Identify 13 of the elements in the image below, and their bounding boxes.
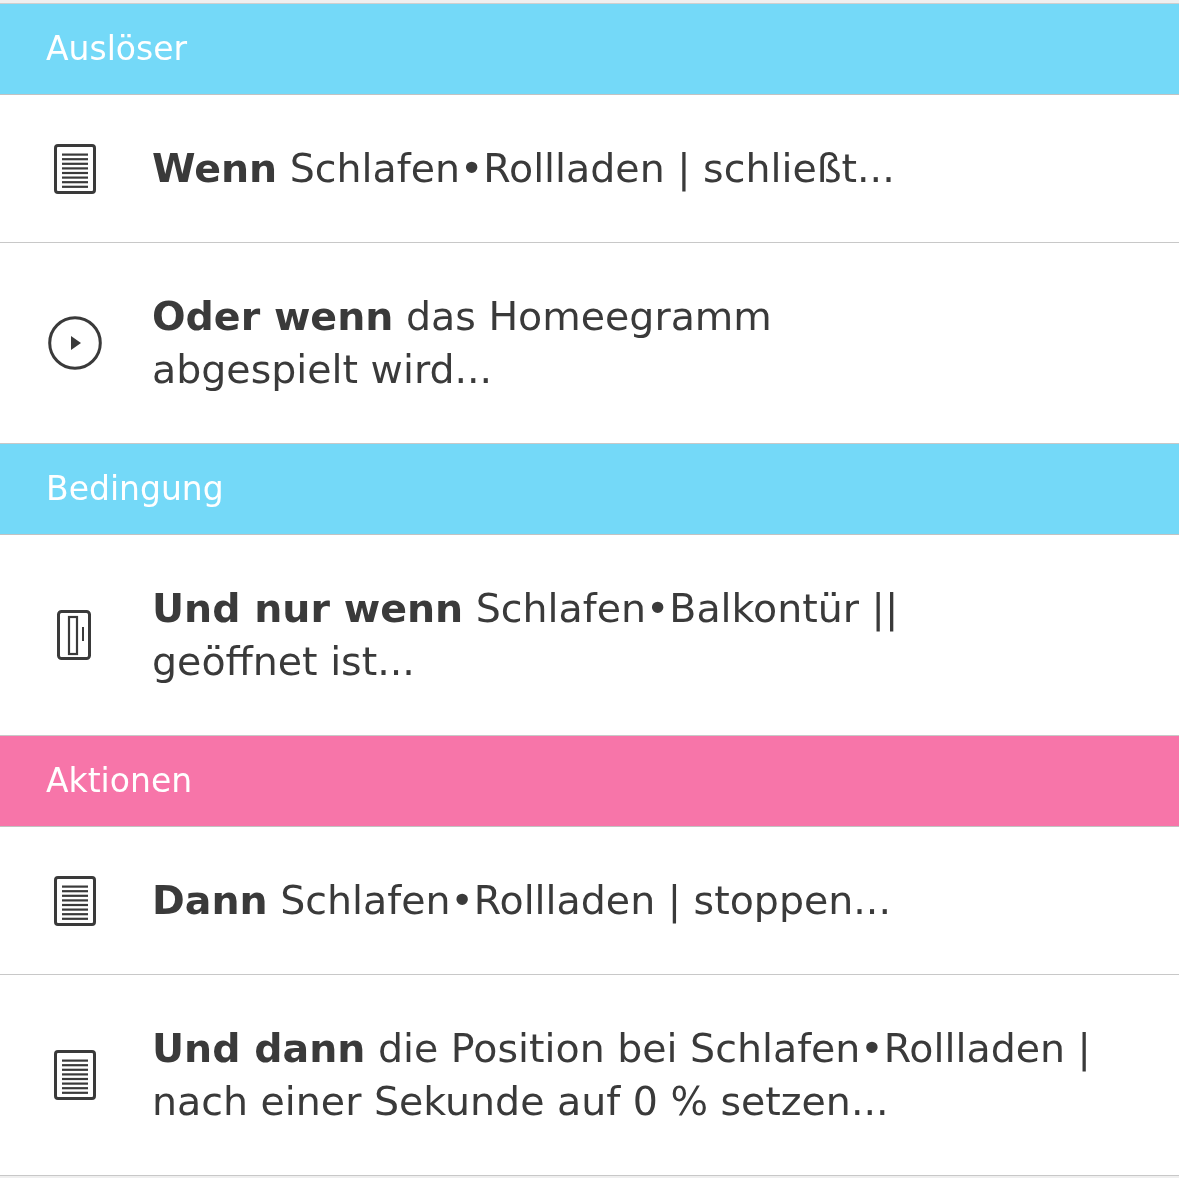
document-icon — [54, 1050, 96, 1100]
door-icon — [57, 610, 91, 660]
play-circle-icon — [48, 316, 102, 370]
document-icon — [54, 875, 96, 926]
rule-text: Und nur wenn Schlafen•Balkontür || geöffnet ist... — [151, 584, 899, 686]
rule-text: Und dann die Position bei Schlafen•Rollladen | nach einer Sekunde auf 0 % setzen... — [151, 1024, 1091, 1126]
section-title: Auslöser — [46, 29, 188, 69]
section-title: Aktionen — [46, 761, 193, 801]
document-icon — [54, 143, 96, 194]
rule-text: Dann Schlafen•Rollladen | stoppen... — [151, 876, 891, 926]
section-title: Bedingung — [46, 469, 224, 509]
rule-text: Oder wenn das Homeegramm abgespielt wird... — [151, 292, 772, 394]
rule-text: Wenn Schlafen•Rollladen | schließt... — [151, 144, 895, 194]
